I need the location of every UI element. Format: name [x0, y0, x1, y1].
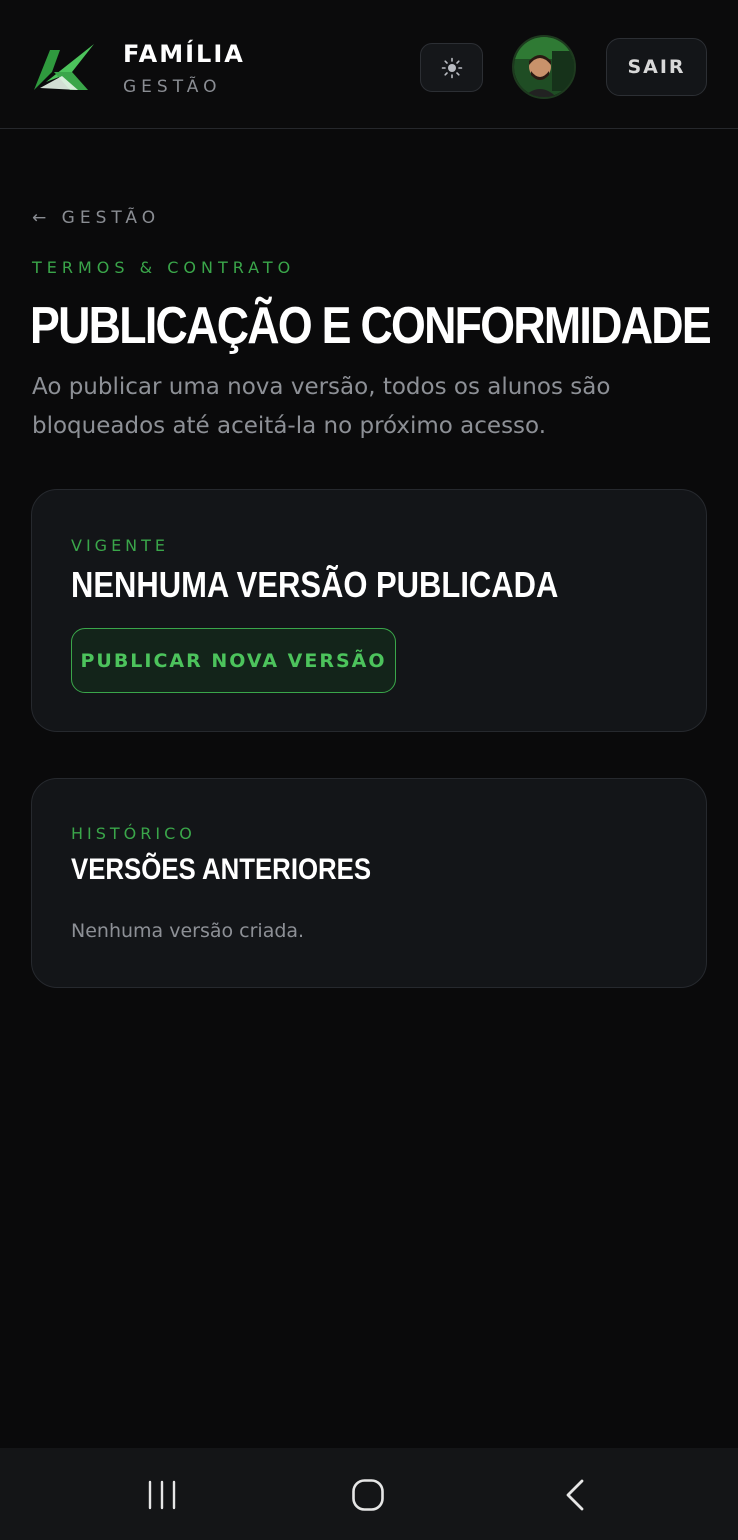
current-version-card: VIGENTE NENHUMA VERSÃO PUBLICADA PUBLICA… — [31, 489, 707, 732]
brand-subtitle: GESTÃO — [123, 77, 222, 97]
section-eyebrow: TERMOS & CONTRATO — [32, 258, 296, 277]
page-description: Ao publicar uma nova versão, todos os al… — [32, 374, 611, 439]
avatar[interactable] — [512, 35, 576, 99]
recent-apps-icon — [148, 1480, 176, 1510]
top-header: FAMÍLIA GESTÃO SAIR — [0, 0, 738, 129]
user-photo-icon — [514, 37, 574, 97]
back-link[interactable]: ← GESTÃO — [32, 208, 160, 228]
publish-new-version-button[interactable]: PUBLICAR NOVA VERSÃO — [71, 628, 396, 693]
history-eyebrow: HISTÓRICO — [71, 824, 196, 843]
current-title: NENHUMA VERSÃO PUBLICADA — [71, 564, 559, 605]
app-page: FAMÍLIA GESTÃO SAIR ← GESTÃO TERMOS & CO… — [0, 0, 738, 1540]
page-title: PUBLICAÇÃO E CONFORMIDADE — [30, 297, 712, 355]
back-button[interactable] — [550, 1470, 600, 1520]
brand-title: FAMÍLIA — [123, 40, 245, 68]
history-card: HISTÓRICO VERSÕES ANTERIORES Nenhuma ver… — [31, 778, 707, 988]
history-title: VERSÕES ANTERIORES — [71, 853, 372, 886]
logout-button[interactable]: SAIR — [606, 38, 707, 96]
back-icon — [566, 1479, 584, 1511]
sun-icon — [441, 57, 462, 78]
history-empty-text: Nenhuma versão criada. — [71, 920, 305, 942]
theme-toggle-button[interactable] — [420, 43, 483, 92]
recent-apps-button[interactable] — [137, 1470, 187, 1520]
brand-logo-icon[interactable] — [32, 42, 96, 92]
home-icon — [352, 1479, 384, 1511]
home-button[interactable] — [343, 1470, 393, 1520]
system-nav-bar — [0, 1448, 738, 1540]
current-eyebrow: VIGENTE — [71, 536, 170, 555]
